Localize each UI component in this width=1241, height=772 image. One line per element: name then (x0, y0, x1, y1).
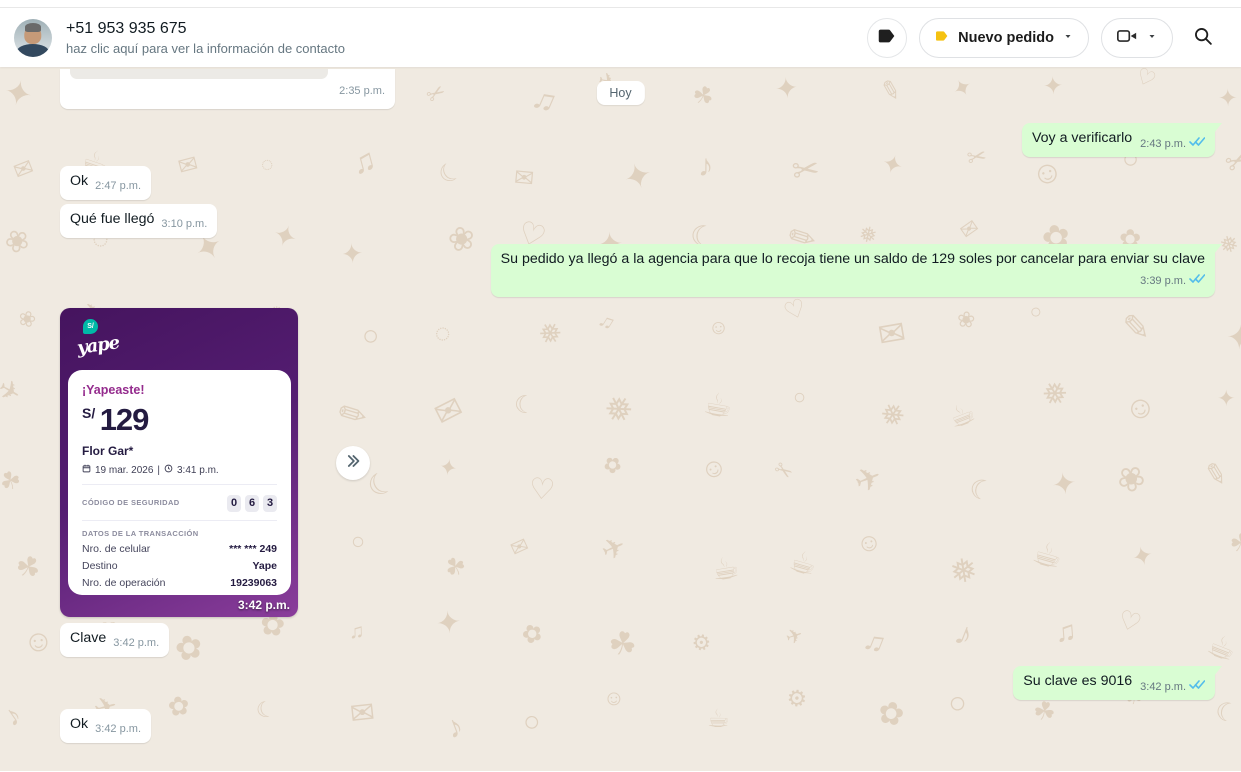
message-row: Ok 3:42 p.m. (0, 709, 1241, 743)
transaction-row: Nro. de operación 19239063 (82, 577, 277, 589)
double-check-icon (1189, 135, 1206, 154)
message-bubble-outgoing[interactable]: Su pedido ya llegó a la agencia para que… (490, 244, 1223, 297)
receipt-time: 3:41 p.m. (176, 464, 219, 476)
chevron-down-icon (1062, 30, 1074, 46)
date-divider: Hoy (596, 81, 645, 105)
message-bubble-incoming[interactable]: Ok 2:47 p.m. (60, 166, 151, 200)
transaction-row: Destino Yape (82, 560, 277, 572)
message-text: Su clave es 9016 (1023, 673, 1133, 689)
datetime-separator: | (157, 464, 160, 476)
message-bubble-incoming[interactable]: Qué fue llegó 3:10 p.m. (60, 204, 218, 238)
chat-area: ✦○☾☺✈✂♫✈☘✦✎✦✦♡✦✉☕✉◌♫☾✉✦♪✂✦✂☺○✂❀◌✦✦✦❀♡✦☾✎… (0, 67, 1241, 771)
message-bubble-outgoing[interactable]: Su clave es 9016 3:42 p.m. (1013, 666, 1222, 700)
receipt-amount: S/ 129 (82, 404, 277, 435)
video-call-button[interactable] (1101, 17, 1173, 58)
message-text: Clave (70, 630, 107, 646)
tag-icon (934, 28, 950, 48)
search-button[interactable] (1185, 20, 1221, 56)
transaction-data-label: DATOS DE LA TRANSACCIÓN (82, 529, 199, 538)
forward-icon (343, 452, 363, 473)
yape-receipt: S/ yape ¡Yapeaste! S/ 129 Flor Gar* 19 m… (60, 308, 298, 617)
video-camera-icon (1116, 27, 1138, 49)
security-code-digits: 063 (223, 493, 277, 512)
digit: 0 (227, 495, 241, 512)
message-time: 3:39 p.m. (1140, 275, 1186, 287)
double-check-icon (1189, 272, 1206, 291)
label-button[interactable] (867, 17, 908, 58)
row-value: *** *** 249 (229, 543, 277, 555)
message-time: 3:42 p.m. (95, 723, 141, 735)
contact-name: +51 953 935 675 (66, 20, 187, 37)
message-row: Voy a verificarlo 2:43 p.m. (0, 123, 1241, 157)
yape-logo-icon: S/ (83, 319, 98, 334)
contact-info[interactable]: +51 953 935 675 haz clic aquí para ver l… (14, 18, 345, 57)
transaction-row: Nro. de celular *** *** 249 (82, 543, 277, 555)
avatar[interactable] (14, 18, 52, 57)
receipt-datetime: 19 mar. 2026 | 3:41 p.m. (82, 464, 277, 476)
image-message-yape-receipt[interactable]: S/ yape ¡Yapeaste! S/ 129 Flor Gar* 19 m… (60, 308, 298, 617)
receipt-card: ¡Yapeaste! S/ 129 Flor Gar* 19 mar. 2026… (68, 370, 291, 595)
cut-off-attachment (70, 69, 328, 79)
message-row: Qué fue llegó 3:10 p.m. (0, 204, 1241, 238)
header-actions: Nuevo pedido (867, 17, 1221, 58)
chat-header: +51 953 935 675 haz clic aquí para ver l… (0, 8, 1241, 67)
message-text: Ok (70, 716, 89, 732)
yape-brand-name: yape (75, 332, 121, 359)
row-value: Yape (252, 560, 277, 572)
row-label: Nro. de operación (82, 577, 166, 589)
receipt-date: 19 mar. 2026 (95, 464, 154, 476)
message-text: Ok (70, 173, 89, 189)
window-top-strip (0, 0, 1241, 8)
message-time: 3:42 p.m. (1140, 681, 1186, 693)
message-time: 3:42 p.m. (113, 637, 160, 649)
message-row: Ok 2:47 p.m. (0, 166, 1241, 200)
message-bubble-incoming[interactable]: Ok 3:42 p.m. (60, 709, 151, 743)
clock-icon (164, 464, 173, 476)
search-icon (1192, 25, 1214, 50)
message-time: 2:47 p.m. (95, 180, 141, 192)
row-value: 19239063 (230, 577, 277, 589)
message-bubble-outgoing[interactable]: Voy a verificarlo 2:43 p.m. (1021, 123, 1223, 157)
chevron-down-icon (1146, 30, 1158, 46)
forward-button[interactable] (336, 445, 370, 480)
message-row: Clave 3:42 p.m. (0, 623, 1241, 657)
message-text: Voy a verificarlo (1031, 130, 1133, 146)
amount: 129 (99, 402, 150, 437)
currency: S/ (82, 405, 96, 421)
message-time: 3:42 p.m. (237, 598, 290, 612)
contact-subtitle: haz clic aquí para ver la información de… (66, 41, 345, 56)
payer-name: Flor Gar* (82, 444, 134, 458)
message-time: 2:43 p.m. (1140, 138, 1186, 150)
message-row: Su pedido ya llegó a la agencia para que… (0, 244, 1241, 297)
message-bubble-partial[interactable]: 2:35 p.m. (60, 69, 395, 109)
message-time: 2:35 p.m. (339, 85, 385, 97)
yape-logo: S/ yape (75, 319, 121, 359)
order-status-label: Nuevo pedido (958, 29, 1054, 46)
message-bubble-incoming[interactable]: Clave 3:42 p.m. (60, 623, 170, 657)
label-icon (876, 25, 898, 50)
receipt-title: ¡Yapeaste! (82, 383, 145, 397)
security-code-label: CÓDIGO DE SEGURIDAD (82, 498, 180, 507)
double-check-icon (1189, 678, 1206, 697)
digit: 6 (245, 495, 259, 512)
security-code-row: CÓDIGO DE SEGURIDAD 063 (82, 493, 277, 512)
message-text: Su pedido ya llegó a la agencia para que… (500, 251, 1205, 267)
message-time: 3:10 p.m. (161, 218, 208, 230)
order-status-button[interactable]: Nuevo pedido (919, 17, 1089, 58)
message-row: Su clave es 9016 3:42 p.m. (0, 666, 1241, 700)
row-label: Nro. de celular (82, 543, 151, 555)
digit: 3 (263, 495, 277, 512)
message-row: S/ yape ¡Yapeaste! S/ 129 Flor Gar* 19 m… (0, 308, 1241, 617)
calendar-icon (82, 464, 91, 476)
row-label: Destino (82, 560, 118, 572)
message-text: Qué fue llegó (70, 211, 155, 227)
